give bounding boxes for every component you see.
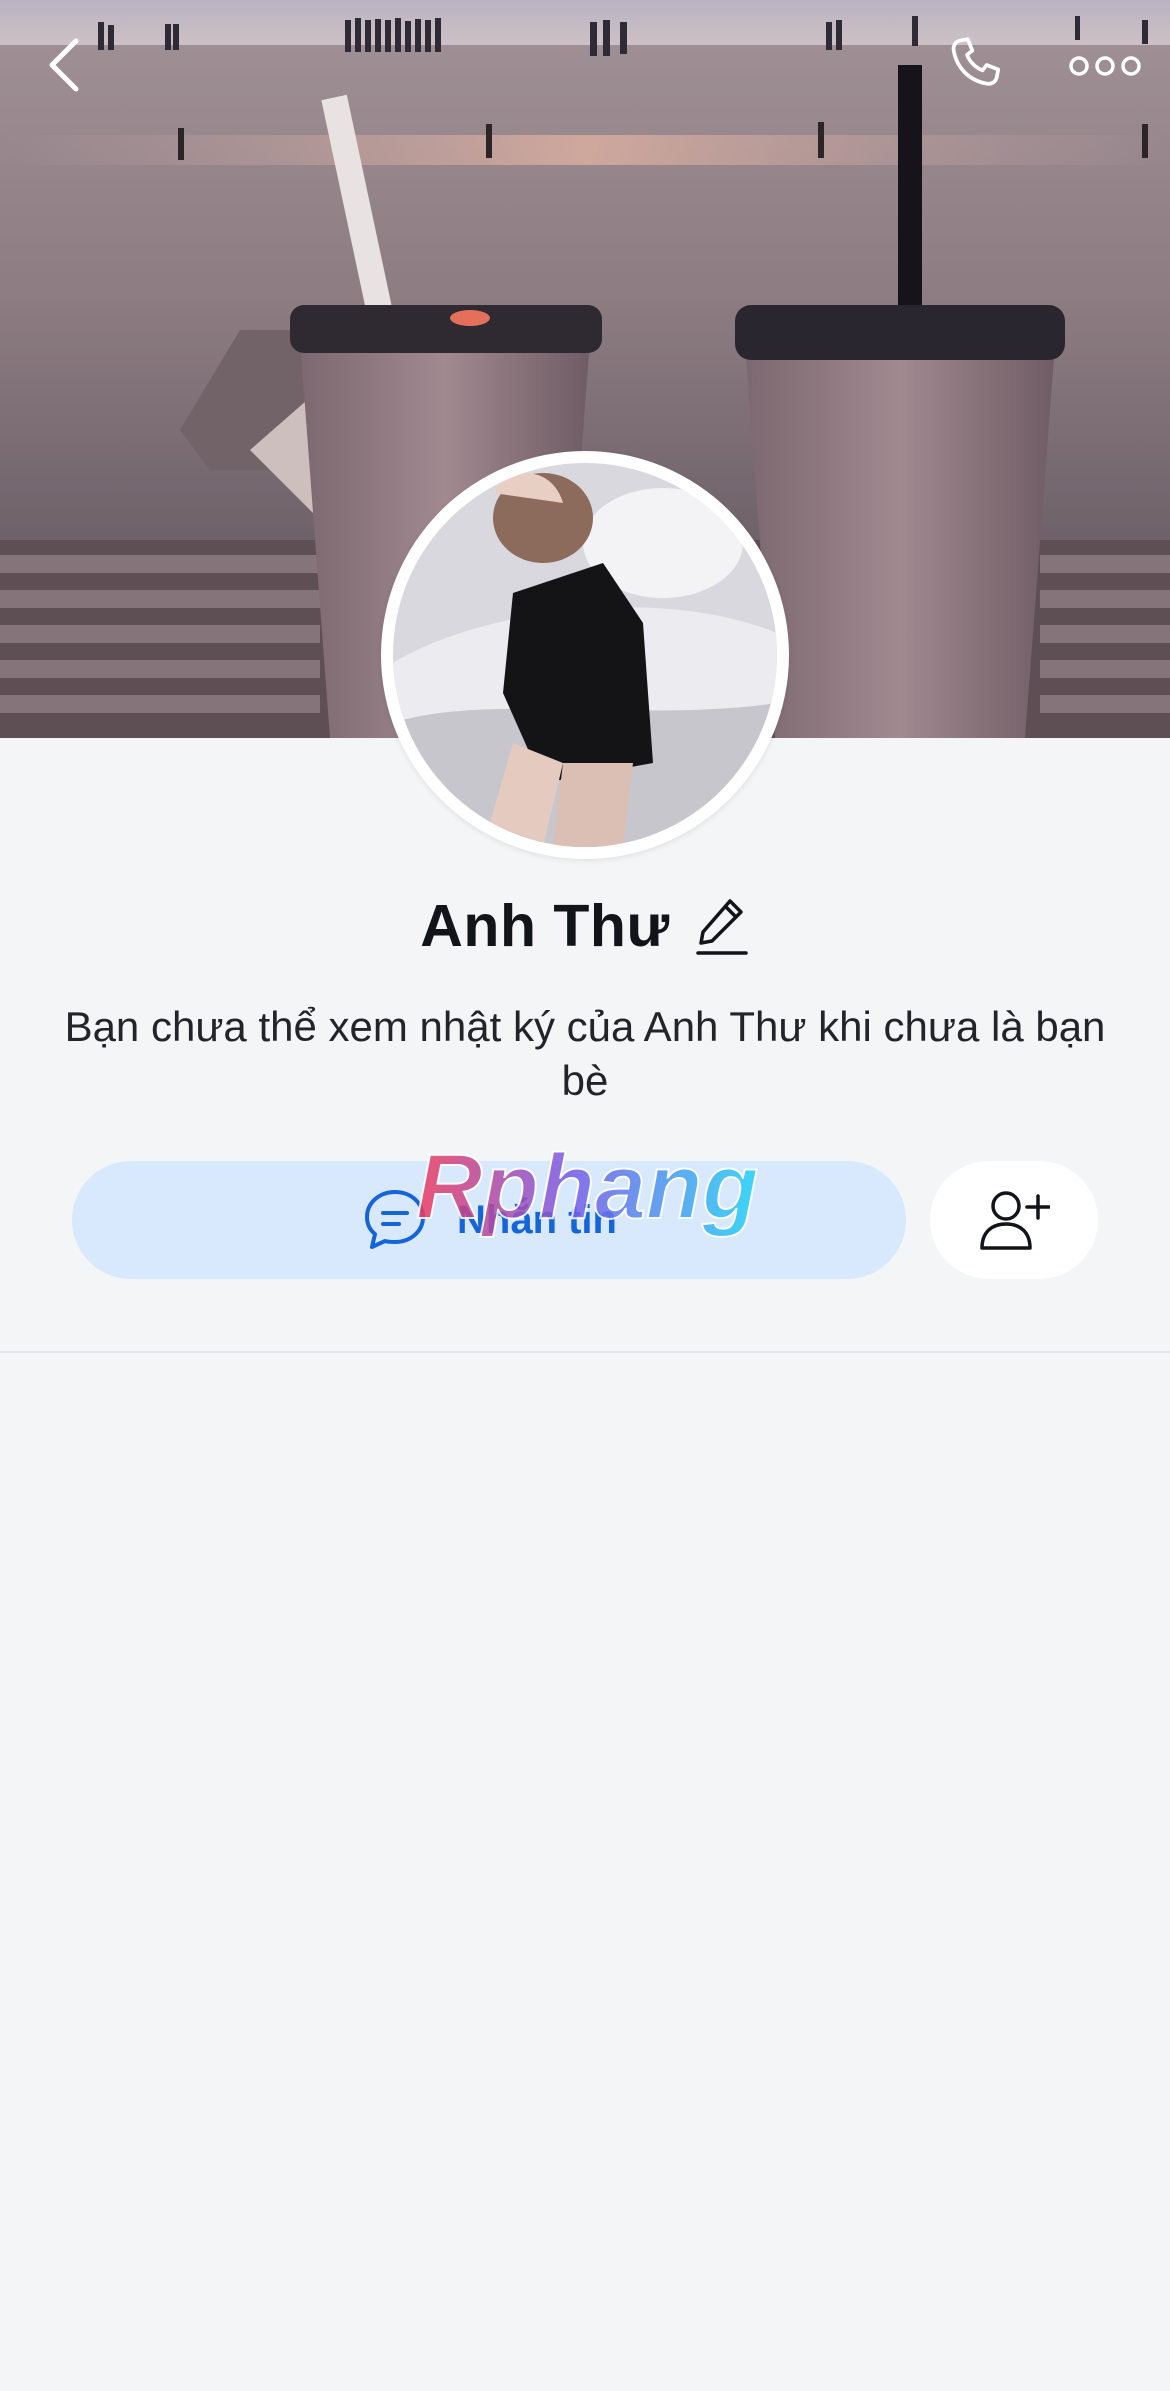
more-horizontal-icon: [1069, 56, 1141, 76]
edit-name-button[interactable]: [694, 894, 750, 958]
diary-locked-notice: Bạn chưa thể xem nhật ký của Anh Thư khi…: [64, 1003, 1106, 1104]
add-friend-button[interactable]: [930, 1161, 1098, 1279]
pencil-icon: [695, 899, 748, 955]
back-button[interactable]: [28, 30, 98, 100]
chat-bubble-icon: [361, 1186, 429, 1254]
profile-name-row: Anh Thư: [0, 886, 1170, 966]
add-user-icon: [980, 1191, 1050, 1250]
phone-icon: [951, 37, 1001, 86]
more-options-button[interactable]: [1065, 38, 1145, 94]
profile-name: Anh Thư: [420, 893, 670, 959]
message-button-label: Nhắn tin: [457, 1197, 617, 1242]
section-divider: [0, 1351, 1170, 1353]
message-button[interactable]: Nhắn tin: [72, 1161, 906, 1279]
avatar[interactable]: [381, 451, 789, 859]
call-button[interactable]: [935, 30, 1015, 100]
avatar-image: [393, 463, 777, 847]
chevron-left-icon: [49, 38, 79, 92]
profile-page: Anh Thư Bạn chưa thể xem nhật ký của Anh…: [0, 0, 1170, 2391]
